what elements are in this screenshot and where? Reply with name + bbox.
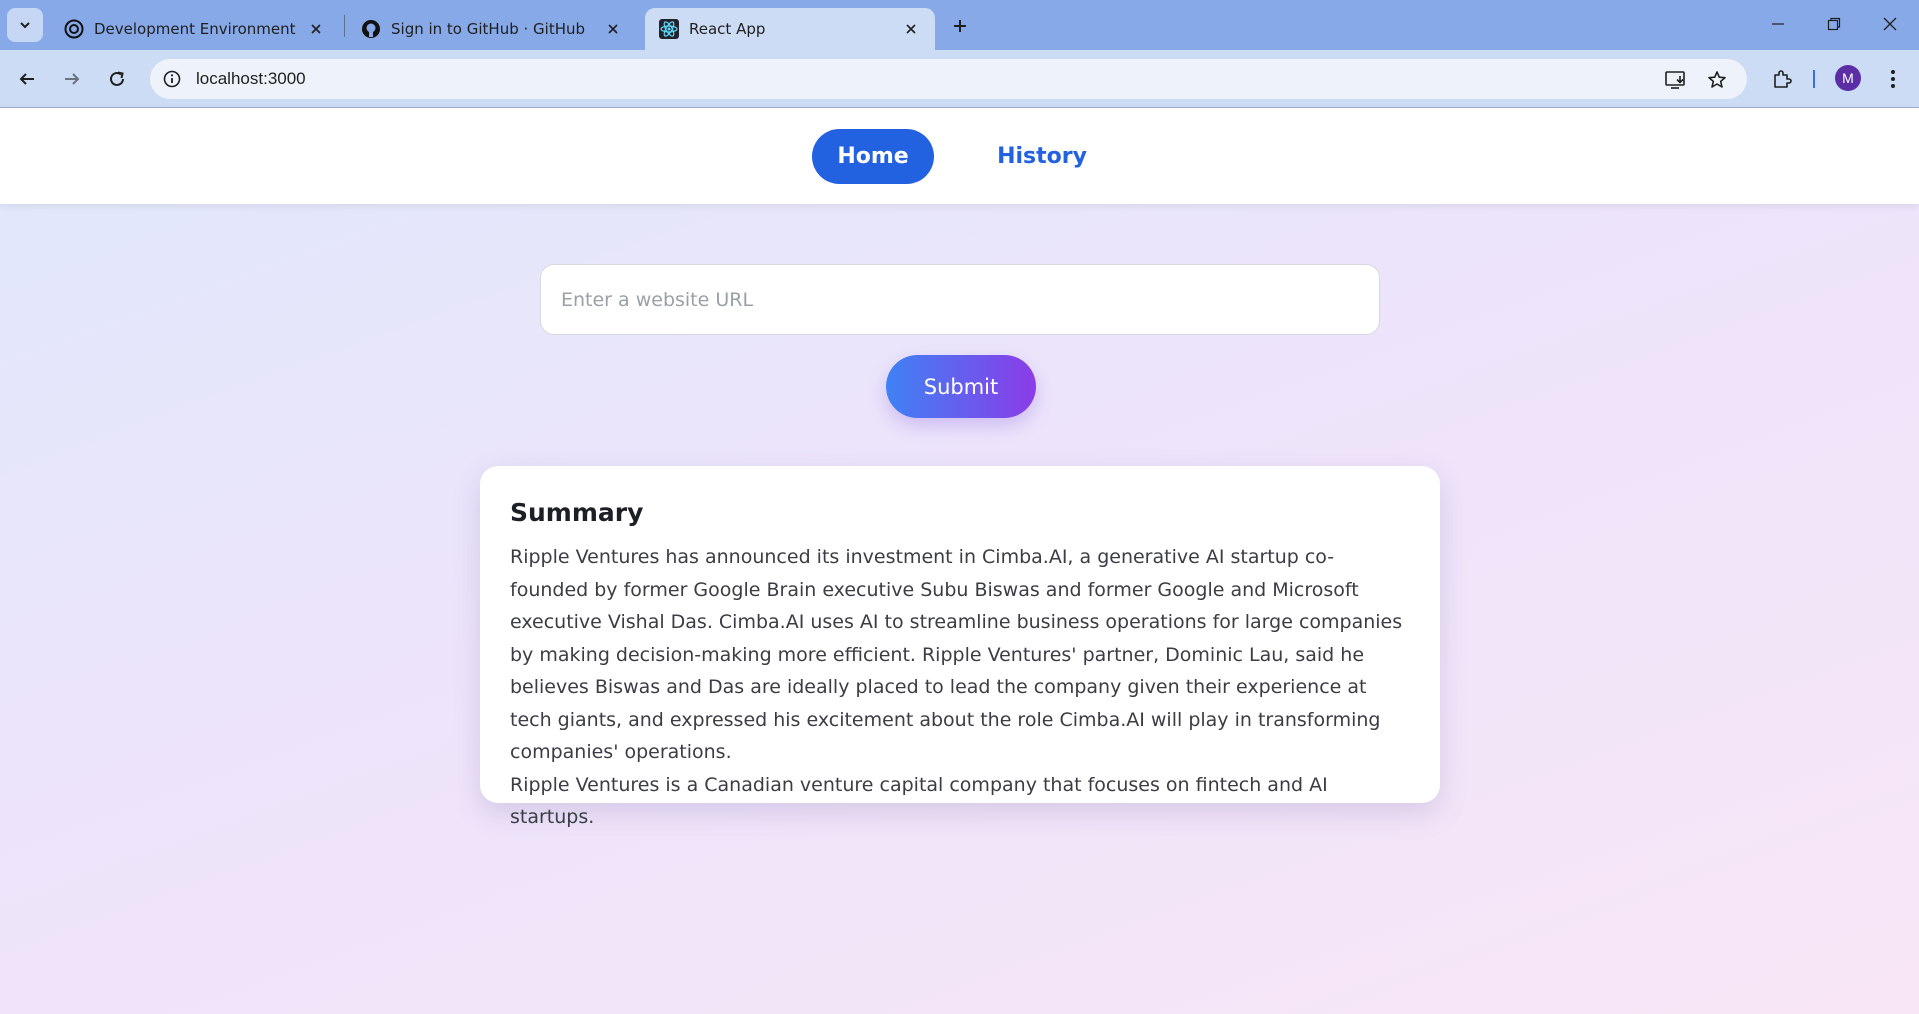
tab-search-button[interactable] bbox=[7, 8, 43, 42]
tab-title: Sign in to GitHub · GitHub bbox=[391, 20, 586, 38]
plus-icon bbox=[954, 20, 966, 32]
tab-github-signin[interactable]: Sign in to GitHub · GitHub bbox=[347, 8, 637, 50]
tab-react-app[interactable]: React App bbox=[645, 8, 935, 50]
restore-icon bbox=[1827, 17, 1841, 31]
react-icon bbox=[659, 19, 679, 39]
chevron-down-icon bbox=[20, 22, 30, 29]
tab-title: Development Environment Setu bbox=[94, 20, 300, 38]
submit-button[interactable]: Submit bbox=[886, 355, 1036, 418]
browser-menu-button[interactable] bbox=[1876, 62, 1910, 96]
summary-heading: Summary bbox=[510, 498, 644, 527]
puzzle-icon bbox=[1774, 70, 1792, 88]
tab-title: React App bbox=[689, 20, 766, 38]
close-window-button[interactable] bbox=[1862, 0, 1918, 48]
tab-separator bbox=[344, 15, 345, 37]
site-info-icon[interactable] bbox=[160, 67, 184, 91]
back-button[interactable] bbox=[10, 62, 44, 96]
address-url: localhost:3000 bbox=[196, 69, 306, 88]
address-bar[interactable]: localhost:3000 bbox=[150, 59, 1747, 99]
openai-icon bbox=[64, 19, 84, 39]
browser-toolbar: localhost:3000 bbox=[0, 50, 1919, 108]
github-icon bbox=[361, 19, 381, 39]
arrow-left-icon bbox=[19, 73, 34, 85]
summary-paragraph: Ripple Ventures has announced its invest… bbox=[510, 546, 1403, 763]
close-icon bbox=[1883, 17, 1897, 31]
profile-avatar[interactable]: M bbox=[1835, 65, 1861, 91]
tab-strip: Development Environment Setu Sign in to … bbox=[0, 0, 1919, 50]
install-app-icon[interactable] bbox=[1663, 67, 1689, 93]
extensions-button[interactable] bbox=[1765, 62, 1799, 96]
minimize-icon bbox=[1772, 23, 1784, 25]
summary-paragraph: Ripple Ventures is a Canadian venture ca… bbox=[510, 773, 1328, 829]
minimize-button[interactable] bbox=[1750, 0, 1806, 48]
bookmark-star-icon[interactable] bbox=[1704, 67, 1730, 93]
new-tab-button[interactable] bbox=[942, 10, 978, 42]
more-vert-icon bbox=[1891, 70, 1895, 88]
close-icon[interactable] bbox=[306, 19, 326, 39]
summary-card: Summary Ripple Ventures has announced it… bbox=[480, 466, 1440, 828]
restore-button[interactable] bbox=[1806, 0, 1862, 48]
nav-home-button[interactable]: Home bbox=[812, 129, 934, 184]
reload-icon bbox=[110, 71, 124, 86]
website-url-input[interactable] bbox=[540, 264, 1380, 335]
close-icon[interactable] bbox=[603, 19, 623, 39]
tab-development-environment[interactable]: Development Environment Setu bbox=[50, 8, 340, 50]
arrow-right-icon bbox=[65, 73, 80, 85]
forward-button[interactable] bbox=[55, 62, 89, 96]
app-page: Home History Submit Summary Ripple Ventu… bbox=[0, 108, 1919, 1014]
app-navbar: Home History bbox=[0, 108, 1919, 204]
reload-button[interactable] bbox=[100, 62, 134, 96]
close-icon[interactable] bbox=[901, 19, 921, 39]
toolbar-divider bbox=[1813, 70, 1815, 88]
nav-history-link[interactable]: History bbox=[982, 129, 1102, 184]
